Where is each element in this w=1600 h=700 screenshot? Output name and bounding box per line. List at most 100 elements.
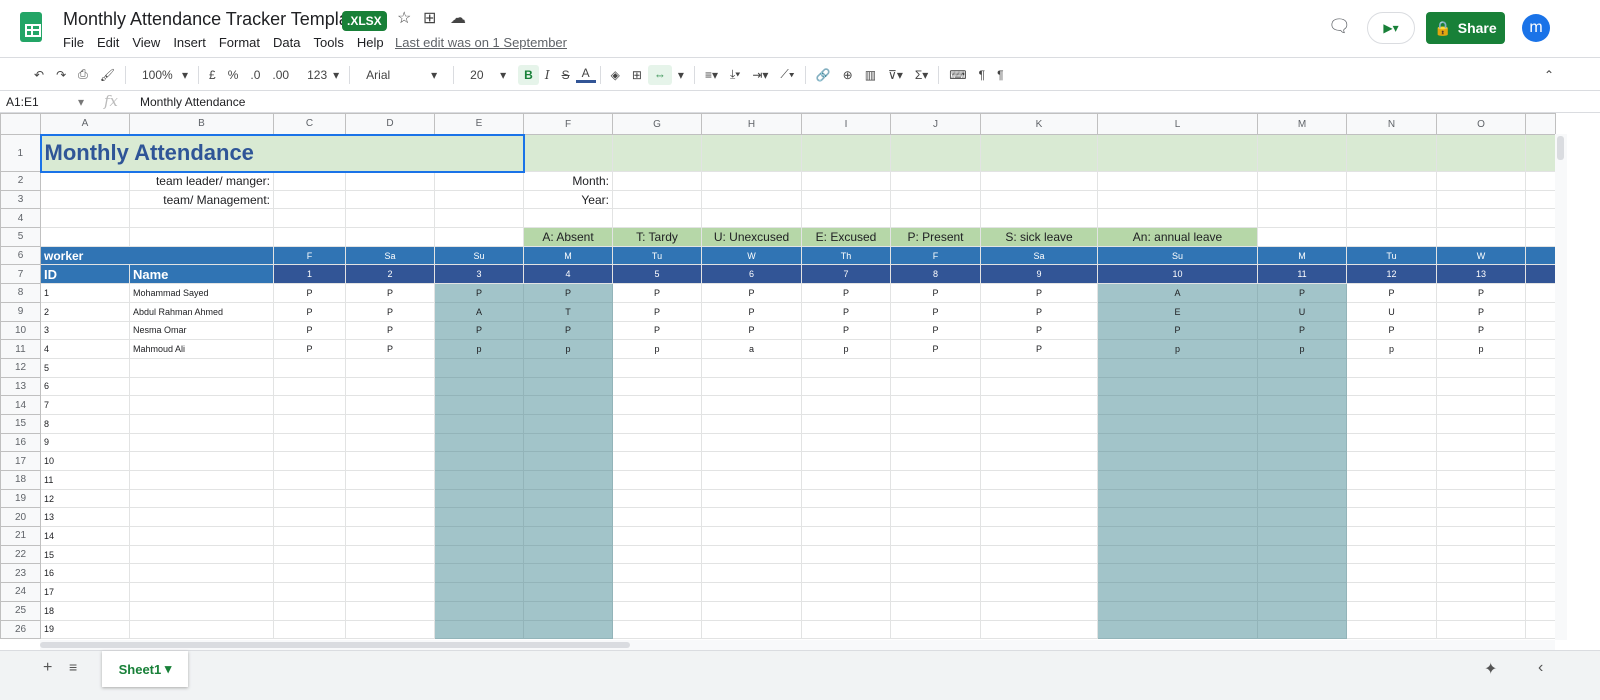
cell[interactable] [890, 171, 981, 191]
merge-cells-icon[interactable]: ⇔ [647, 64, 672, 85]
cell[interactable] [1257, 171, 1347, 191]
column-header-A[interactable]: A [40, 113, 130, 135]
cell[interactable] [801, 619, 891, 640]
move-folder-icon[interactable]: ⊞ [423, 8, 436, 28]
cell[interactable] [890, 488, 981, 509]
attendance-cell[interactable]: P [273, 339, 346, 359]
worker-id[interactable]: 18 [40, 600, 130, 621]
cell[interactable] [1436, 544, 1526, 565]
cell[interactable] [1346, 526, 1437, 546]
row-header-21[interactable]: 21 [0, 526, 41, 546]
cell[interactable] [1346, 507, 1437, 528]
cell[interactable] [1097, 507, 1258, 528]
attendance-cell[interactable]: P [523, 283, 613, 303]
cell[interactable] [1436, 413, 1526, 434]
cell[interactable] [980, 507, 1098, 528]
text-color-button[interactable]: A [575, 66, 596, 83]
cell[interactable] [701, 376, 802, 397]
date-header[interactable]: 6 [701, 264, 802, 285]
date-header[interactable]: 5 [612, 264, 702, 285]
cell[interactable] [523, 544, 613, 565]
cell[interactable] [345, 432, 435, 453]
date-header[interactable]: 8 [890, 264, 981, 285]
cell[interactable] [890, 376, 981, 397]
cell[interactable] [980, 413, 1098, 434]
attendance-cell[interactable]: P [801, 301, 891, 322]
cell[interactable] [890, 526, 981, 546]
cell[interactable] [980, 488, 1098, 509]
cell[interactable] [701, 208, 802, 229]
cell[interactable] [1257, 134, 1347, 172]
cell[interactable] [1097, 544, 1258, 565]
cell[interactable] [273, 507, 346, 528]
cell[interactable] [129, 432, 274, 453]
cell[interactable] [1525, 451, 1556, 471]
cell[interactable] [801, 544, 891, 565]
attendance-cell[interactable]: A [434, 301, 524, 322]
day-header[interactable]: Su [1097, 245, 1258, 266]
cell[interactable] [1525, 264, 1556, 285]
cell[interactable] [980, 600, 1098, 621]
row-header-12[interactable]: 12 [0, 357, 41, 378]
name-box[interactable]: A1:E1 [6, 95, 39, 109]
cell[interactable] [1257, 600, 1347, 621]
worker-id[interactable]: 16 [40, 563, 130, 584]
font-size-select[interactable]: 20 ▾ [458, 68, 518, 82]
row-header-18[interactable]: 18 [0, 470, 41, 490]
cell[interactable] [612, 376, 702, 397]
cell[interactable] [701, 470, 802, 490]
cell[interactable] [980, 395, 1098, 415]
cell[interactable] [1525, 395, 1556, 415]
cell[interactable] [1097, 376, 1258, 397]
legend-item[interactable]: T: Tardy [612, 227, 702, 247]
row-header-8[interactable]: 8 [0, 283, 41, 303]
cell[interactable] [1525, 526, 1556, 546]
text-wrap-icon[interactable]: ⇥▾ [746, 68, 774, 82]
last-edit-link[interactable]: Last edit was on 1 September [395, 35, 567, 50]
cell[interactable] [1257, 432, 1347, 453]
percent-button[interactable]: % [222, 68, 245, 82]
cell[interactable] [890, 208, 981, 229]
functions-icon[interactable]: Σ▾ [909, 68, 934, 82]
cell[interactable] [612, 619, 702, 640]
cell[interactable] [1346, 600, 1437, 621]
cell[interactable] [890, 582, 981, 602]
row-header-15[interactable]: 15 [0, 413, 41, 434]
cell[interactable] [434, 619, 524, 640]
name-header[interactable]: Name [129, 264, 274, 285]
cell[interactable] [129, 376, 274, 397]
column-header-G[interactable]: G [612, 113, 702, 135]
zoom-select[interactable]: 100% ▾ [130, 68, 194, 82]
cell[interactable] [434, 227, 524, 247]
cell[interactable] [523, 582, 613, 602]
cell[interactable] [1257, 357, 1347, 378]
cell[interactable] [345, 507, 435, 528]
cell[interactable] [612, 582, 702, 602]
date-header[interactable]: 2 [345, 264, 435, 285]
cell[interactable] [273, 582, 346, 602]
worker-id[interactable]: 2 [40, 301, 130, 322]
cell[interactable] [40, 171, 130, 191]
cell[interactable] [434, 507, 524, 528]
cell[interactable] [980, 171, 1098, 191]
cell[interactable] [1525, 376, 1556, 397]
cell[interactable] [701, 413, 802, 434]
column-header-K[interactable]: K [980, 113, 1098, 135]
cell[interactable] [1257, 582, 1347, 602]
cell[interactable] [1257, 189, 1347, 210]
date-header[interactable]: 4 [523, 264, 613, 285]
cell[interactable] [701, 507, 802, 528]
worker-id[interactable]: 6 [40, 376, 130, 397]
print-icon[interactable]: ⎙ [72, 67, 94, 82]
menu-insert[interactable]: Insert [173, 35, 206, 50]
cell[interactable] [1257, 507, 1347, 528]
column-header-L[interactable]: L [1097, 113, 1258, 135]
cell[interactable] [701, 619, 802, 640]
attendance-cell[interactable]: E [1097, 301, 1258, 322]
cell[interactable] [129, 544, 274, 565]
menu-help[interactable]: Help [357, 35, 384, 50]
worker-id[interactable]: 19 [40, 619, 130, 640]
attendance-cell[interactable]: U [1257, 301, 1347, 322]
cell[interactable] [1525, 507, 1556, 528]
cell[interactable] [612, 544, 702, 565]
